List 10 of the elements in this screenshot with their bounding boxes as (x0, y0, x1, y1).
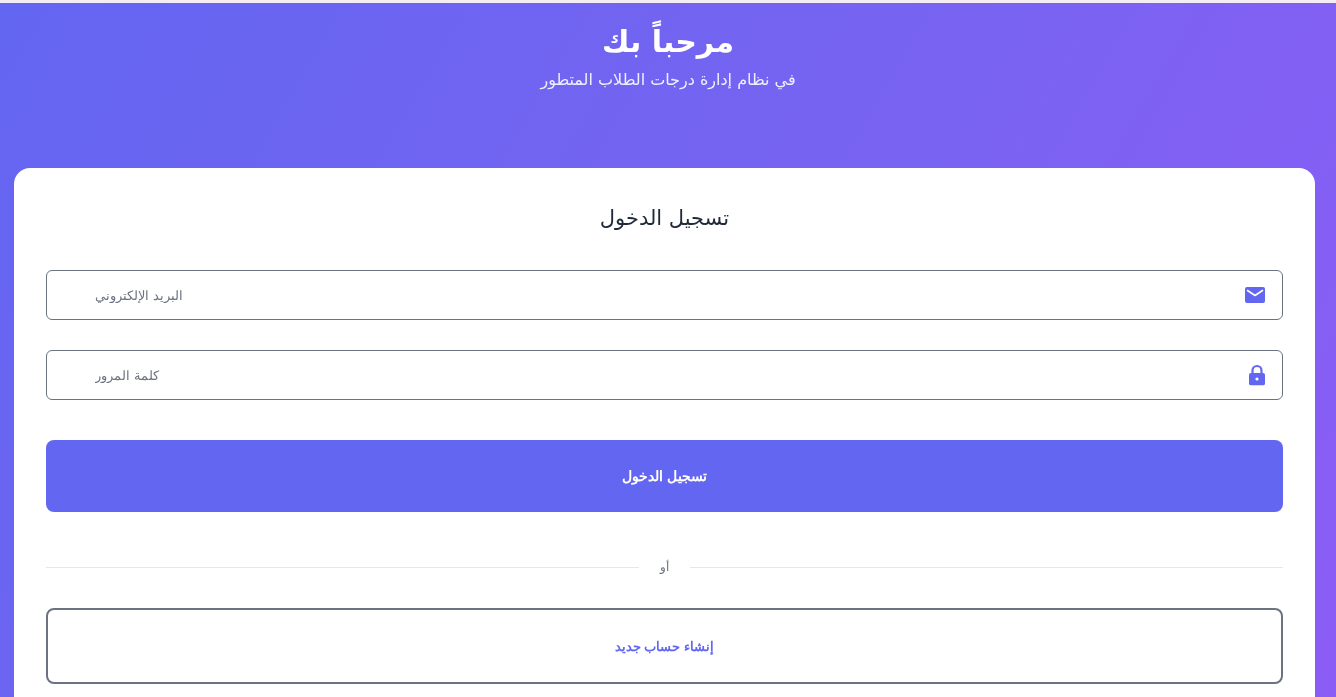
register-button[interactable]: إنشاء حساب جديد (46, 608, 1283, 684)
welcome-title: مرحباً بك (602, 22, 734, 62)
envelope-icon (1245, 287, 1265, 303)
password-field[interactable]: كلمة المرور (46, 350, 1283, 400)
divider-text: أو (658, 560, 670, 574)
email-field[interactable]: البريد الإلكتروني (46, 270, 1283, 320)
welcome-subtitle: في نظام إدارة درجات الطلاب المتطور (540, 69, 796, 92)
lock-icon (1249, 364, 1265, 386)
login-button[interactable]: تسجيل الدخول (46, 440, 1283, 512)
login-title: تسجيل الدخول (599, 205, 730, 232)
